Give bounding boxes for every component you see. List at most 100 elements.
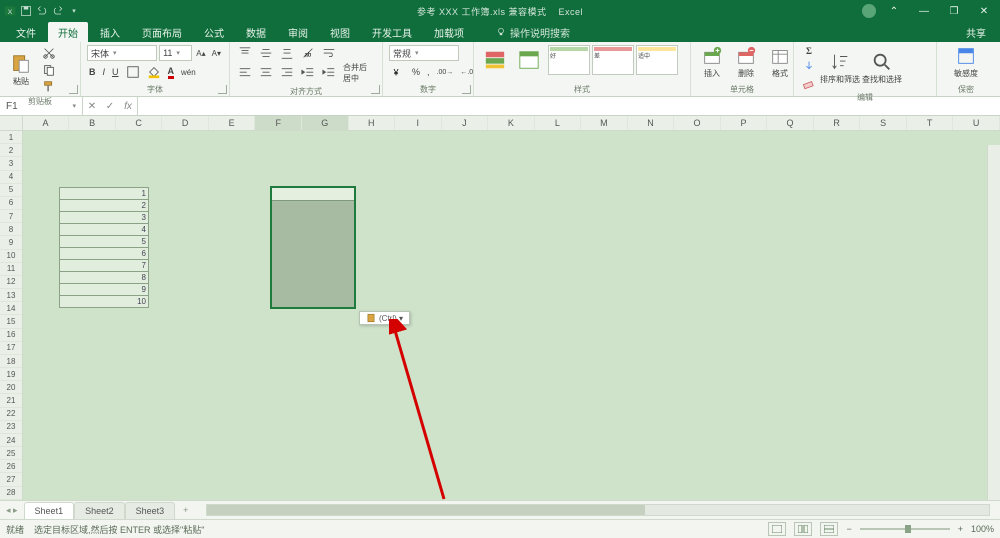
sheet-grid[interactable]: 1234567891011121314151617181920212223242… xyxy=(0,131,1000,500)
bold-button[interactable]: B xyxy=(87,66,98,78)
underline-button[interactable]: U xyxy=(110,66,121,78)
tab-developer[interactable]: 开发工具 xyxy=(362,22,422,42)
increase-decimal-button[interactable]: .00→ xyxy=(435,68,456,77)
align-middle-button[interactable] xyxy=(257,45,275,61)
wrap-text-button[interactable] xyxy=(320,45,338,61)
hscroll-thumb[interactable] xyxy=(207,505,645,515)
sheet-tab-2[interactable]: Sheet2 xyxy=(74,502,125,519)
style-bad[interactable]: 差 xyxy=(592,45,634,75)
enter-fx-button[interactable]: ✓ xyxy=(101,101,119,112)
align-center-button[interactable] xyxy=(257,65,275,81)
style-neutral[interactable]: 适中 xyxy=(636,45,678,75)
align-top-button[interactable] xyxy=(236,45,254,61)
col-header-O[interactable]: O xyxy=(674,116,721,130)
close-button[interactable]: ✕ xyxy=(972,2,996,20)
save-icon[interactable] xyxy=(20,5,32,17)
tab-review[interactable]: 审阅 xyxy=(278,22,318,42)
decrease-decimal-button[interactable]: ←.0 xyxy=(458,68,475,77)
alignment-dialog-launcher[interactable] xyxy=(371,85,380,94)
format-as-table-button[interactable] xyxy=(514,49,544,71)
zoom-slider[interactable] xyxy=(860,528,950,530)
col-header-A[interactable]: A xyxy=(23,116,70,130)
row-header-27[interactable]: 27 xyxy=(0,473,22,486)
col-header-U[interactable]: U xyxy=(953,116,1000,130)
table-row[interactable]: 3 xyxy=(59,212,149,224)
row-header-14[interactable]: 14 xyxy=(0,302,22,315)
table-row[interactable]: 2 xyxy=(59,200,149,212)
orientation-button[interactable]: ab xyxy=(299,45,317,61)
col-header-J[interactable]: J xyxy=(442,116,489,130)
row-header-10[interactable]: 10 xyxy=(0,250,22,263)
select-all-corner[interactable] xyxy=(0,116,23,130)
merge-center-button[interactable]: 合并后居中 xyxy=(341,61,376,85)
col-header-K[interactable]: K xyxy=(488,116,535,130)
col-header-D[interactable]: D xyxy=(162,116,209,130)
clipboard-dialog-launcher[interactable] xyxy=(69,85,78,94)
clear-button[interactable] xyxy=(800,75,818,91)
increase-indent-button[interactable] xyxy=(320,65,338,81)
col-header-F[interactable]: F xyxy=(255,116,302,130)
user-avatar-icon[interactable] xyxy=(862,4,876,18)
number-dialog-launcher[interactable] xyxy=(462,85,471,94)
cells-canvas[interactable]: 12345678910 (Ctrl) ▾ xyxy=(23,131,1000,500)
view-page-break-button[interactable] xyxy=(820,522,838,536)
table-row[interactable]: 10 xyxy=(59,296,149,308)
row-header-18[interactable]: 18 xyxy=(0,355,22,368)
sheet-tab-1[interactable]: Sheet1 xyxy=(24,502,75,519)
style-good[interactable]: 好 xyxy=(548,45,590,75)
row-header-13[interactable]: 13 xyxy=(0,289,22,302)
tab-insert[interactable]: 插入 xyxy=(90,22,130,42)
row-header-8[interactable]: 8 xyxy=(0,223,22,236)
view-normal-button[interactable] xyxy=(768,522,786,536)
tab-data[interactable]: 数据 xyxy=(236,22,276,42)
minimize-button[interactable]: — xyxy=(912,2,936,20)
phonetic-button[interactable]: wén xyxy=(179,67,198,78)
col-header-B[interactable]: B xyxy=(69,116,116,130)
zoom-knob[interactable] xyxy=(905,525,911,533)
row-header-5[interactable]: 5 xyxy=(0,184,22,197)
col-header-E[interactable]: E xyxy=(209,116,256,130)
col-header-H[interactable]: H xyxy=(349,116,396,130)
col-header-I[interactable]: I xyxy=(395,116,442,130)
col-header-T[interactable]: T xyxy=(907,116,954,130)
row-header-19[interactable]: 19 xyxy=(0,368,22,381)
table-row[interactable]: 5 xyxy=(59,236,149,248)
insert-cells-button[interactable]: 插入 xyxy=(697,45,727,79)
number-format-combo[interactable]: 常规▾ xyxy=(389,45,459,61)
sensitivity-button[interactable]: 敏感度 xyxy=(943,45,989,79)
cell-styles-gallery[interactable]: 好 差 适中 xyxy=(548,45,678,75)
tab-addins[interactable]: 加载项 xyxy=(424,22,474,42)
col-header-R[interactable]: R xyxy=(814,116,861,130)
table-row[interactable]: 1 xyxy=(59,187,149,200)
row-header-16[interactable]: 16 xyxy=(0,329,22,342)
font-color-button[interactable]: A xyxy=(166,65,177,80)
table-row[interactable]: 8 xyxy=(59,272,149,284)
align-right-button[interactable] xyxy=(278,65,296,81)
row-header-7[interactable]: 7 xyxy=(0,210,22,223)
maximize-button[interactable]: ❐ xyxy=(942,2,966,20)
insert-function-button[interactable]: fx xyxy=(119,101,137,112)
tab-page-layout[interactable]: 页面布局 xyxy=(132,22,192,42)
align-left-button[interactable] xyxy=(236,65,254,81)
row-header-26[interactable]: 26 xyxy=(0,460,22,473)
zoom-level[interactable]: 100% xyxy=(971,524,994,534)
align-bottom-button[interactable] xyxy=(278,45,296,61)
row-header-12[interactable]: 12 xyxy=(0,276,22,289)
copy-button[interactable] xyxy=(40,62,58,78)
format-cells-button[interactable]: 格式 xyxy=(765,45,795,79)
fill-color-button[interactable] xyxy=(145,64,163,80)
table-row[interactable]: 6 xyxy=(59,248,149,260)
row-header-9[interactable]: 9 xyxy=(0,236,22,249)
row-header-20[interactable]: 20 xyxy=(0,381,22,394)
col-header-L[interactable]: L xyxy=(535,116,582,130)
row-header-22[interactable]: 22 xyxy=(0,408,22,421)
zoom-in-button[interactable]: + xyxy=(958,524,963,534)
ribbon-display-icon[interactable]: ⌃ xyxy=(882,2,906,20)
format-painter-button[interactable] xyxy=(40,79,58,95)
row-header-28[interactable]: 28 xyxy=(0,487,22,500)
share-button[interactable]: 共享 xyxy=(952,22,1000,42)
view-page-layout-button[interactable] xyxy=(794,522,812,536)
accounting-button[interactable]: ¥ xyxy=(389,64,407,80)
table-row[interactable]: 9 xyxy=(59,284,149,296)
cut-button[interactable] xyxy=(40,45,58,61)
